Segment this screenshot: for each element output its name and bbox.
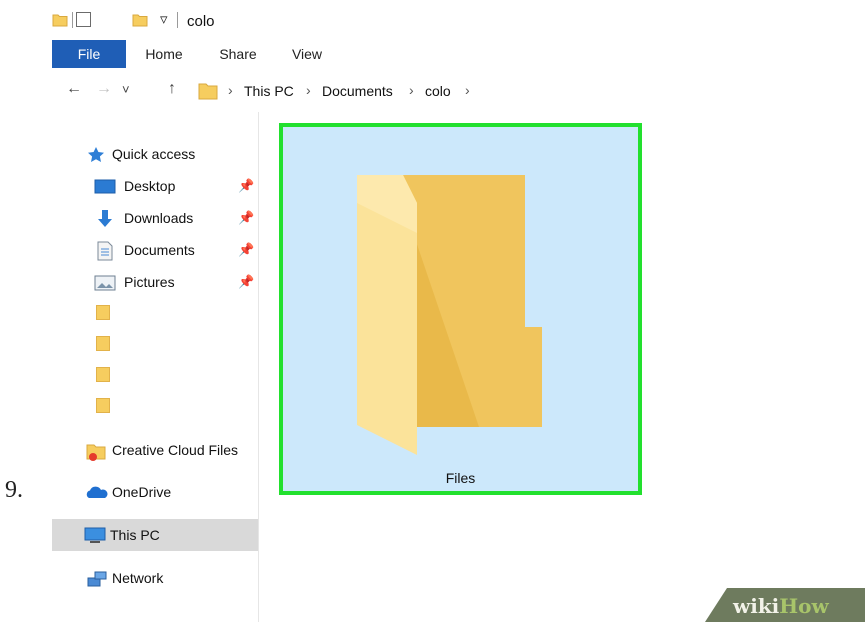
step-number: 9. (5, 477, 23, 503)
toolbar-separator (72, 12, 73, 28)
sidebar-item-desktop[interactable]: Desktop (94, 174, 254, 200)
breadcrumb-documents[interactable]: Documents (322, 83, 393, 99)
sidebar-item-label: This PC (110, 527, 160, 543)
breadcrumb-separator: › (228, 82, 233, 98)
sidebar-item-downloads[interactable]: Downloads (94, 206, 254, 232)
address-bar-row: ← → ˅ ↑ › This PC › Documents › colo › (52, 78, 865, 106)
sidebar-item-label: Pictures (124, 274, 175, 290)
sidebar-item-label: Quick access (112, 146, 196, 162)
folder-icon[interactable] (96, 398, 110, 413)
breadcrumb-separator: › (409, 82, 414, 98)
pin-icon: 📌 (238, 242, 255, 257)
customize-toolbar-dropdown[interactable]: ▿ (160, 10, 168, 28)
cloud-icon (86, 483, 108, 503)
folder-icon[interactable] (96, 305, 110, 320)
pin-icon: 📌 (238, 178, 255, 193)
toolbar-separator (177, 12, 178, 28)
forward-button[interactable]: → (96, 80, 112, 98)
large-folder-icon (357, 175, 542, 455)
pin-icon: 📌 (238, 210, 255, 225)
creative-cloud-folder-icon (86, 441, 108, 461)
pane-divider (258, 112, 259, 622)
sidebar-item-creative-cloud[interactable]: Creative Cloud Files (86, 438, 256, 464)
breadcrumb-colo[interactable]: colo (425, 83, 451, 99)
sidebar-item-pictures[interactable]: Pictures (94, 270, 254, 296)
watermark-text: wikiHow (733, 594, 829, 618)
sidebar-item-quick-access[interactable]: Quick access (86, 142, 256, 168)
sidebar-item-label: Network (112, 570, 164, 586)
sidebar-item-label: Desktop (124, 178, 176, 194)
sidebar-item-documents[interactable]: Documents (94, 238, 254, 264)
computer-icon (84, 526, 106, 551)
title-bar: ▿ colo (52, 8, 865, 36)
wikihow-watermark: wikiHow (705, 588, 865, 622)
breadcrumb-separator: › (465, 82, 470, 98)
back-button[interactable]: ← (66, 80, 82, 98)
documents-icon (94, 241, 116, 261)
tab-file[interactable]: File (52, 40, 126, 68)
up-button[interactable]: ↑ (168, 80, 176, 98)
tab-view[interactable]: View (282, 40, 332, 68)
sidebar-item-label: Creative Cloud Files (112, 442, 239, 458)
pin-icon: 📌 (238, 274, 255, 289)
properties-icon[interactable] (76, 12, 91, 27)
folder-icon[interactable] (96, 336, 110, 351)
sidebar-item-network[interactable]: Network (86, 566, 256, 592)
sidebar-item-this-pc[interactable]: This PC (52, 519, 258, 551)
sidebar-item-onedrive[interactable]: OneDrive (86, 480, 256, 506)
pictures-icon (94, 273, 116, 293)
sidebar-item-label: OneDrive (112, 484, 172, 500)
network-icon (86, 569, 108, 589)
tab-share[interactable]: Share (210, 40, 266, 68)
breadcrumb-this-pc[interactable]: This PC (244, 83, 294, 99)
folder-icon (198, 81, 218, 106)
sidebar-item-label: Downloads (124, 210, 194, 226)
window-title: colo (187, 13, 215, 30)
sidebar-item-label: Documents (124, 242, 195, 258)
new-folder-icon[interactable] (132, 12, 148, 28)
tab-home[interactable]: Home (134, 40, 194, 68)
desktop-icon (94, 177, 116, 197)
ribbon-tabs: File Home Share View (52, 40, 865, 68)
breadcrumb-separator: › (306, 82, 311, 98)
downloads-icon (94, 209, 116, 229)
folder-name-label: Files (445, 470, 476, 486)
star-icon (86, 145, 108, 165)
address-field[interactable]: › This PC › Documents › colo › (194, 78, 865, 104)
folder-icon (52, 12, 68, 28)
folder-icon[interactable] (96, 367, 110, 382)
recent-locations-button[interactable]: ˅ (122, 82, 130, 97)
folder-tile-files[interactable]: Files (279, 123, 642, 495)
